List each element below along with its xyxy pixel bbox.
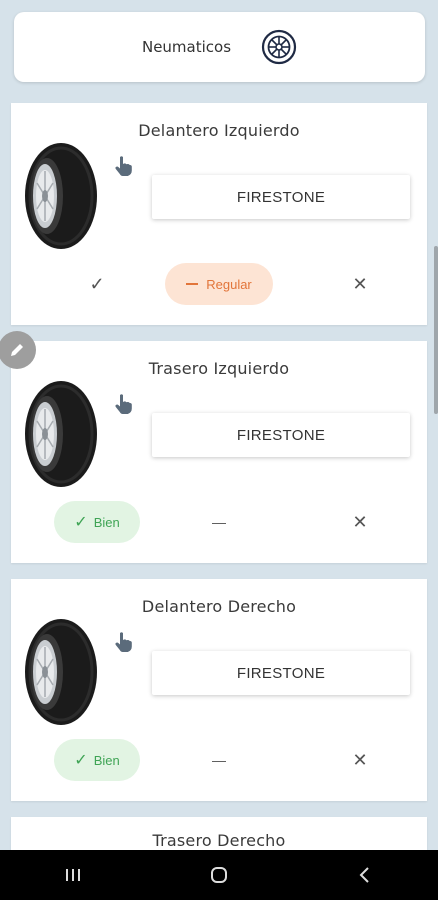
close-icon: ✕ xyxy=(352,511,368,532)
status-bien-label: Bien xyxy=(93,752,120,768)
tire-card-rear-left: Trasero Izquierdo FIRESTONE ✓ Bien — ✕ xyxy=(11,341,427,563)
scrollbar[interactable] xyxy=(434,246,438,414)
tire-position-title: Trasero Derecho xyxy=(152,831,286,850)
home-icon xyxy=(211,867,227,883)
status-mal-button[interactable]: ✕ xyxy=(317,739,403,781)
status-mal-button[interactable]: ✕ xyxy=(317,501,403,543)
tire-card-front-right: Delantero Derecho FIRESTONE ✓ Bien — ✕ xyxy=(11,579,427,801)
hand-pointer-icon[interactable] xyxy=(113,393,133,415)
minus-icon xyxy=(186,283,199,285)
status-regular-label: Regular xyxy=(206,276,252,292)
recent-apps-button[interactable] xyxy=(43,850,103,900)
hand-pointer-icon[interactable] xyxy=(113,631,133,653)
system-nav-bar xyxy=(0,850,438,900)
status-bien-button[interactable]: ✓ Bien xyxy=(54,501,140,543)
tire-card-front-left: Delantero Izquierdo FIRESTONE ✓ Regular … xyxy=(11,103,427,325)
brand-field[interactable]: FIRESTONE xyxy=(152,651,410,695)
home-button[interactable] xyxy=(189,850,249,900)
minus-icon: — xyxy=(212,752,226,768)
tire-image xyxy=(25,143,97,249)
status-bien-label: Bien xyxy=(93,514,120,530)
tire-image xyxy=(25,381,97,487)
header-card: Neumaticos xyxy=(14,12,425,82)
page-title: Neumaticos xyxy=(141,38,232,56)
status-row: ✓ Bien — ✕ xyxy=(11,501,427,543)
status-bien-button[interactable]: ✓ xyxy=(54,263,140,305)
recent-apps-icon xyxy=(66,869,80,881)
brand-field[interactable]: FIRESTONE xyxy=(152,175,410,219)
pencil-icon xyxy=(11,344,23,356)
brand-field[interactable]: FIRESTONE xyxy=(152,413,410,457)
status-bien-button[interactable]: ✓ Bien xyxy=(54,739,140,781)
status-regular-button[interactable]: — xyxy=(165,739,273,781)
close-icon: ✕ xyxy=(352,273,368,294)
status-regular-button[interactable]: Regular xyxy=(165,263,273,305)
minus-icon: — xyxy=(212,514,226,530)
back-button[interactable] xyxy=(335,850,395,900)
wheel-icon[interactable] xyxy=(261,29,297,65)
status-row: ✓ Regular ✕ xyxy=(11,263,427,305)
close-icon: ✕ xyxy=(352,749,368,770)
status-mal-button[interactable]: ✕ xyxy=(317,263,403,305)
tire-image xyxy=(25,619,97,725)
check-icon: ✓ xyxy=(89,273,105,294)
hand-pointer-icon[interactable] xyxy=(113,155,133,177)
check-icon: ✓ xyxy=(74,752,88,769)
status-regular-button[interactable]: — xyxy=(165,501,273,543)
status-row: ✓ Bien — ✕ xyxy=(11,739,427,781)
check-icon: ✓ xyxy=(74,514,88,531)
tire-position-title: Delantero Izquierdo xyxy=(138,121,300,140)
back-icon xyxy=(359,867,369,883)
tire-position-title: Trasero Izquierdo xyxy=(148,359,290,378)
tire-position-title: Delantero Derecho xyxy=(141,597,297,616)
